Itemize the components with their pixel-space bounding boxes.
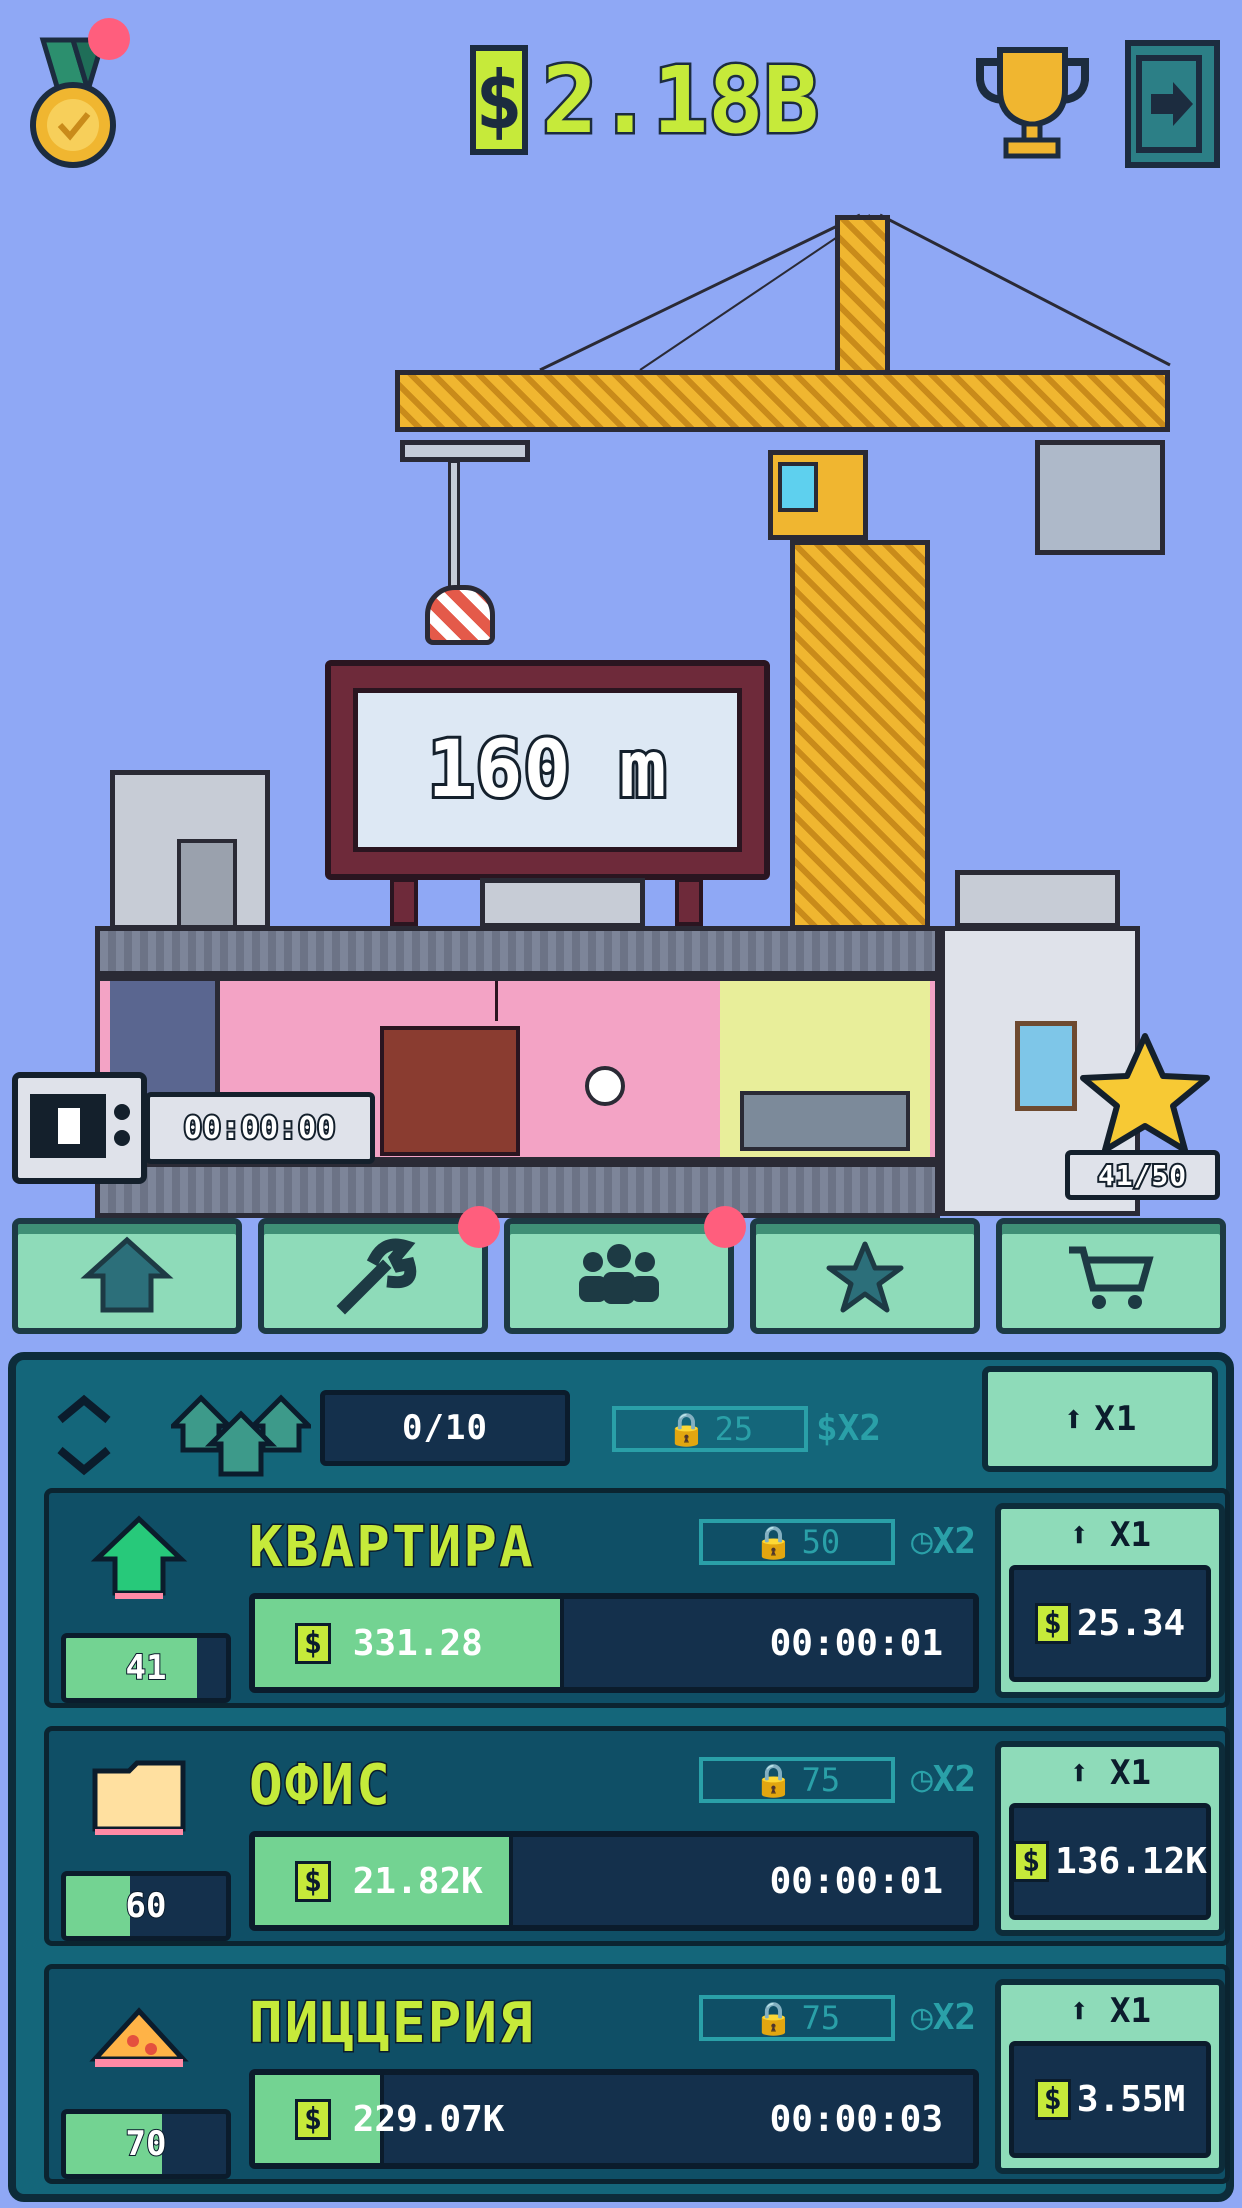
buy-button[interactable]: ⬆ X1 $136.12K — [995, 1741, 1225, 1936]
lock-icon: 🔒 — [753, 1999, 794, 2037]
star-icon — [826, 1241, 904, 1313]
price-value: 25.34 — [1076, 1603, 1186, 1644]
speed-multiplier: ◷X2 — [911, 1521, 977, 1562]
income-value: 229.07K — [352, 2098, 505, 2140]
lock-icon: 🔒 — [666, 1410, 707, 1448]
rooftop-door-unit — [110, 770, 270, 930]
tv-timer-text: 00:00:00 — [182, 1109, 337, 1148]
tab-upgrades[interactable] — [258, 1206, 500, 1334]
star-progress-button[interactable]: 41/50 — [1065, 1030, 1225, 1205]
star-icon — [1080, 1033, 1210, 1153]
business-count-box: 0/10 — [320, 1390, 570, 1466]
business-name: ОФИС — [248, 1752, 392, 1820]
business-row: 60 ОФИС 🔒 75 ◷X2 $ 21.82K 00:00:01 ⬆ X1 $… — [44, 1726, 1230, 1946]
cart-icon — [1069, 1246, 1154, 1309]
height-text: 160 m — [425, 722, 670, 818]
tv-timer-box: 00:00:00 — [145, 1092, 375, 1164]
people-icon — [579, 1244, 659, 1304]
arrow-up-icon: ⬆ — [1069, 1753, 1090, 1793]
clock-icon: ◷ — [911, 1759, 933, 1800]
business-row: 41 КВАРТИРА 🔒 50 ◷X2 $ 331.28 00:00:01 ⬆ … — [44, 1488, 1230, 1708]
crane-hook — [425, 585, 495, 645]
unlock-box: 🔒 75 — [699, 1757, 895, 1803]
tab-build[interactable] — [12, 1218, 242, 1334]
business-count: 0/10 — [402, 1408, 488, 1448]
price-value: 136.12K — [1055, 1841, 1207, 1882]
buy-button[interactable]: ⬆ X1 $3.55M — [995, 1979, 1225, 2174]
speed-multiplier: ◷X2 — [911, 1759, 977, 1800]
lock-icon: 🔒 — [753, 1761, 794, 1799]
income-value: 21.82K — [352, 1860, 483, 1902]
level-bar: 60 — [61, 1871, 231, 1941]
star-count: 41/50 — [1096, 1157, 1188, 1194]
level-bar: 41 — [61, 1633, 231, 1703]
tab-managers[interactable] — [504, 1206, 746, 1334]
arrow-up-icon: ⬆ — [1069, 1515, 1090, 1555]
height-billboard: 160 m — [325, 660, 770, 880]
notification-dot — [458, 1206, 500, 1248]
tv-ad-button[interactable] — [12, 1072, 147, 1184]
tab-stars[interactable] — [750, 1218, 980, 1334]
timer: 00:00:01 — [769, 1622, 943, 1664]
lock-icon: 🔒 — [753, 1523, 794, 1561]
ac-unit — [955, 870, 1120, 928]
pizza-icon — [89, 2005, 189, 2075]
collapse-toggle[interactable] — [52, 1390, 116, 1480]
business-panel: 0/10 🔒 25 $X2 ⬆ X1 41 КВАРТИРА 🔒 50 ◷X2 $ … — [8, 1352, 1234, 2202]
income-progress-bar: $ 331.28 00:00:01 — [249, 1593, 979, 1693]
houses-icon — [166, 1390, 316, 1480]
buy-multiplier-button[interactable]: ⬆ X1 — [982, 1366, 1218, 1472]
house-icon — [80, 1236, 174, 1313]
wrench-icon — [336, 1238, 417, 1315]
chevron-up-down-icon — [57, 1394, 111, 1476]
speed-multiplier: ◷X2 — [911, 1997, 977, 2038]
buy-button[interactable]: ⬆ X1 $25.34 — [995, 1503, 1225, 1698]
building-floor-strip — [95, 1162, 940, 1218]
income-value: 331.28 — [352, 1622, 483, 1664]
building-roof-strip — [95, 926, 940, 976]
business-row: 70 ПИЦЦЕРИЯ 🔒 75 ◷X2 $ 229.07K 00:00:03 ⬆… — [44, 1964, 1230, 2184]
tab-shop[interactable] — [996, 1218, 1226, 1334]
price-value: 3.55M — [1076, 2079, 1186, 2120]
business-name: ПИЦЦЕРИЯ — [248, 1990, 535, 2058]
ac-unit — [480, 878, 645, 928]
clock-icon: ◷ — [911, 1997, 933, 2038]
arrow-up-icon: ⬆ — [1062, 1398, 1085, 1440]
notification-dot — [704, 1206, 746, 1248]
clock-icon: ◷ — [911, 1521, 933, 1562]
tv-icon — [30, 1094, 130, 1158]
unlock-box: 🔒 75 — [699, 1995, 895, 2041]
timer: 00:00:01 — [769, 1860, 943, 1902]
folder-icon — [89, 1757, 189, 1837]
income-progress-bar: $ 229.07K 00:00:03 — [249, 2069, 979, 2169]
level-bar: 70 — [61, 2109, 231, 2179]
arrow-up-icon: ⬆ — [1069, 1991, 1090, 2031]
income-progress-bar: $ 21.82K 00:00:01 — [249, 1831, 979, 1931]
unlock-box: 🔒 50 — [699, 1519, 895, 1565]
house-icon — [89, 1513, 189, 1603]
header-lock-box: 🔒 25 — [612, 1406, 808, 1452]
header-multiplier: $X2 — [816, 1408, 882, 1449]
timer: 00:00:03 — [769, 2098, 943, 2140]
business-name: КВАРТИРА — [248, 1514, 535, 1582]
